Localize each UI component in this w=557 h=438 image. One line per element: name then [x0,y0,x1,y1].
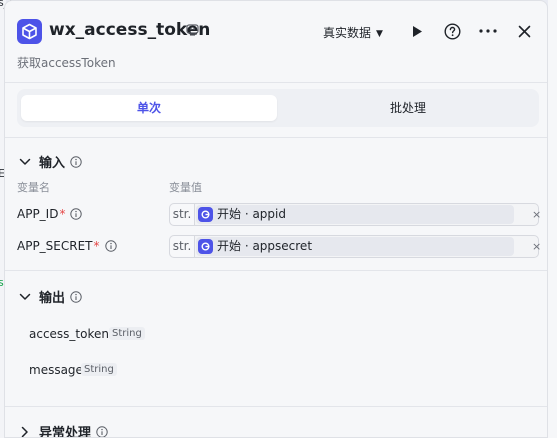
input-section-toggle[interactable]: 输入 [17,152,82,171]
variable-reference-pill[interactable]: 开始 · appid × [196,205,541,224]
start-node-icon [198,207,213,222]
caret-down-icon: ▼ [376,29,383,39]
info-icon[interactable] [70,290,82,303]
output-field-name: access_token [29,327,109,341]
output-field-type: String [81,363,117,376]
header-divider [5,82,547,83]
reference-text: 开始 · appsecret [217,239,313,253]
type-tag[interactable]: str. [170,236,195,257]
plugin-cube-icon [17,19,42,44]
data-mode-dropdown[interactable]: 真实数据 ▼ [323,24,383,41]
type-tag[interactable]: str. [170,204,195,225]
exception-section-toggle[interactable]: 异常处理 [17,422,108,438]
param-name-app-id: APP_ID * [17,207,83,221]
app-id-value-field[interactable]: str. 开始 · appid × [169,203,541,226]
info-icon[interactable] [70,208,83,220]
param-label: APP_ID [17,207,59,221]
help-circle-icon [443,22,461,40]
tab-batch[interactable]: 批处理 [281,95,535,121]
output-field-name: message [29,363,83,377]
help-button[interactable] [441,20,463,42]
output-section-toggle[interactable]: 输出 [17,287,82,306]
param-name-app-secret: APP_SECRET * [17,239,117,253]
clear-icon[interactable]: × [532,208,541,222]
column-label-name: 变量名 [17,181,50,194]
input-heading: 输入 [39,156,66,171]
required-mark: * [93,239,100,253]
output-field-type: String [109,327,145,340]
app-secret-value-field[interactable]: str. 开始 · appsecret × [169,235,541,258]
start-node-icon [198,239,213,254]
more-button[interactable] [477,20,499,42]
info-icon[interactable] [96,425,108,438]
clear-icon[interactable]: × [532,240,541,254]
tab-single[interactable]: 单次 [21,95,277,121]
chevron-right-icon [17,424,33,438]
canvas-edge-right [548,0,557,438]
info-icon[interactable] [104,240,117,252]
section-divider [5,270,547,271]
data-mode-label: 真实数据 [323,26,372,40]
output-heading: 输出 [39,291,66,306]
plugin-badge-icon[interactable] [186,24,199,36]
run-button[interactable] [406,20,428,42]
section-divider [5,406,547,407]
panel-header: wx_access_token 获取accessToken 真实数据 ▼ [5,1,547,83]
param-label: APP_SECRET [17,239,93,253]
close-icon [518,25,530,37]
node-description[interactable]: 获取accessToken [17,54,116,71]
node-config-panel: wx_access_token 获取accessToken 真实数据 ▼ 单次 … [4,0,548,438]
required-mark: * [59,207,66,221]
run-mode-tabs: 单次 批处理 [17,89,539,127]
column-label-value: 变量值 [169,181,202,194]
play-icon [413,25,422,37]
reference-text: 开始 · appid [217,207,286,221]
chevron-down-icon [17,154,33,170]
section-divider [5,137,547,138]
more-horizontal-icon [479,29,497,33]
variable-reference-pill[interactable]: 开始 · appsecret × [196,237,541,256]
info-icon[interactable] [70,155,82,168]
close-button[interactable] [513,20,535,42]
chevron-down-icon [17,289,33,305]
exception-heading: 异常处理 [39,426,92,438]
